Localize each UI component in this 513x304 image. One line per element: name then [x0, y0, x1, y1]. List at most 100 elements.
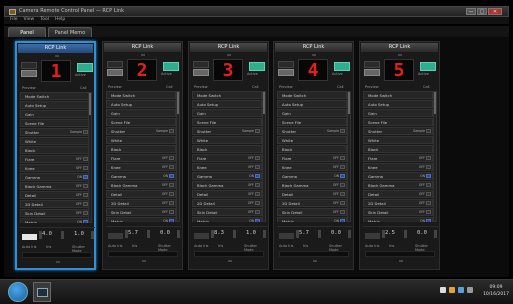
param-item[interactable]: Black: [106, 145, 176, 153]
param-item[interactable]: Black Gamma OFF: [20, 182, 90, 190]
preview-button[interactable]: [278, 69, 294, 76]
param-toggle[interactable]: [255, 183, 260, 187]
param-toggle[interactable]: [426, 201, 431, 205]
preview-button[interactable]: [107, 69, 123, 76]
param-item[interactable]: Knee OFF: [192, 163, 262, 171]
param-item[interactable]: Detail OFF: [20, 191, 90, 199]
param-item[interactable]: Detail OFF: [363, 190, 433, 198]
param-toggle[interactable]: [340, 129, 345, 133]
param-item[interactable]: Gain: [363, 109, 433, 117]
param-item[interactable]: Gain: [192, 109, 262, 117]
camera-panel-1[interactable]: RCP Link 1 Active Preview Call Mode Switch Aut…: [15, 41, 96, 270]
param-toggle[interactable]: [169, 192, 174, 196]
camera-panel-4[interactable]: RCP Link 4 Active Preview Call Mode Switch Aut…: [273, 41, 354, 270]
preview-button[interactable]: [364, 69, 380, 76]
param-item[interactable]: Shutter Sample: [106, 127, 176, 135]
param-item[interactable]: Mode Switch: [363, 91, 433, 99]
param-item[interactable]: Flare OFF: [192, 154, 262, 162]
param-item[interactable]: Auto Setup: [20, 101, 90, 109]
param-toggle[interactable]: [169, 183, 174, 187]
tab-panel-memo[interactable]: Panel Memo: [48, 27, 92, 37]
preview-button[interactable]: [193, 69, 209, 76]
rcp-link-header[interactable]: RCP Link: [190, 43, 267, 52]
param-toggle[interactable]: [426, 183, 431, 187]
tab-panel[interactable]: Panel: [8, 27, 46, 37]
tray-icon-1[interactable]: [440, 287, 446, 293]
param-toggle[interactable]: [426, 219, 431, 222]
param-toggle[interactable]: [255, 156, 260, 160]
param-item[interactable]: Gamma ON: [363, 172, 433, 180]
param-item[interactable]: Shutter Sample: [277, 127, 347, 135]
iris-spin-right[interactable]: [233, 230, 236, 238]
param-item[interactable]: 2D Detail OFF: [192, 199, 262, 207]
menu-view[interactable]: View: [24, 17, 35, 24]
param-item[interactable]: White: [192, 136, 262, 144]
param-toggle[interactable]: [169, 201, 174, 205]
param-item[interactable]: Knee OFF: [106, 163, 176, 171]
param-item[interactable]: Black: [192, 145, 262, 153]
param-item[interactable]: 2D Detail OFF: [20, 200, 90, 208]
param-item[interactable]: Flare OFF: [20, 155, 90, 163]
param-item[interactable]: Shutter Sample: [363, 127, 433, 135]
param-item[interactable]: Mode Switch: [106, 91, 176, 99]
panel-button-top[interactable]: [107, 61, 123, 68]
tray-icon-2[interactable]: [449, 287, 455, 293]
scrollbar[interactable]: [347, 91, 351, 222]
minimize-button[interactable]: —: [466, 8, 476, 15]
menu-file[interactable]: File: [10, 17, 18, 24]
auto-iris-button[interactable]: [22, 234, 37, 240]
param-item[interactable]: Shutter Sample: [20, 128, 90, 136]
panel-button-top[interactable]: [21, 62, 37, 69]
param-item[interactable]: Auto Setup: [277, 100, 347, 108]
param-item[interactable]: Auto Setup: [192, 100, 262, 108]
param-toggle[interactable]: [255, 210, 260, 214]
param-item[interactable]: Gain: [106, 109, 176, 117]
rcp-link-header[interactable]: RCP Link: [275, 43, 352, 52]
param-item[interactable]: Shutter Sample: [192, 127, 262, 135]
param-item[interactable]: Black Gamma OFF: [277, 181, 347, 189]
iris-fine-spin[interactable]: [263, 230, 266, 238]
menu-help[interactable]: Help: [55, 17, 65, 24]
param-item[interactable]: Detail OFF: [106, 190, 176, 198]
param-toggle[interactable]: [169, 219, 174, 222]
param-toggle[interactable]: [255, 201, 260, 205]
preview-button[interactable]: [21, 70, 37, 77]
param-item[interactable]: Scene File: [192, 118, 262, 126]
param-toggle[interactable]: [255, 219, 260, 222]
param-item[interactable]: Scene File: [20, 119, 90, 127]
param-item[interactable]: Matrix ON: [192, 217, 262, 222]
scrollbar[interactable]: [176, 91, 180, 222]
param-item[interactable]: Auto Setup: [106, 100, 176, 108]
param-item[interactable]: Skin Detail OFF: [106, 208, 176, 216]
param-item[interactable]: Mode Switch: [192, 91, 262, 99]
param-item[interactable]: Black: [20, 146, 90, 154]
param-toggle[interactable]: [169, 129, 174, 133]
param-toggle[interactable]: [340, 201, 345, 205]
param-item[interactable]: Gain: [277, 109, 347, 117]
param-toggle[interactable]: [340, 192, 345, 196]
scrollbar-thumb[interactable]: [177, 92, 179, 114]
param-toggle[interactable]: [426, 210, 431, 214]
param-item[interactable]: 2D Detail OFF: [363, 199, 433, 207]
param-item[interactable]: Black: [363, 145, 433, 153]
auto-iris-button[interactable]: [194, 233, 209, 239]
active-button[interactable]: [420, 62, 436, 71]
param-toggle[interactable]: [426, 156, 431, 160]
param-item[interactable]: Scene File: [363, 118, 433, 126]
param-item[interactable]: Black Gamma OFF: [106, 181, 176, 189]
param-toggle[interactable]: [340, 156, 345, 160]
param-item[interactable]: Scene File: [106, 118, 176, 126]
param-item[interactable]: Mode Switch: [277, 91, 347, 99]
param-item[interactable]: 2D Detail OFF: [277, 199, 347, 207]
param-toggle[interactable]: [340, 219, 345, 222]
auto-iris-button[interactable]: [365, 233, 380, 239]
param-item[interactable]: Scene File: [277, 118, 347, 126]
param-item[interactable]: White: [277, 136, 347, 144]
panel-button-top[interactable]: [278, 61, 294, 68]
param-item[interactable]: Gamma ON: [106, 172, 176, 180]
param-toggle[interactable]: [340, 210, 345, 214]
param-item[interactable]: Mode Switch: [20, 92, 90, 100]
param-item[interactable]: Matrix ON: [277, 217, 347, 222]
volume-icon[interactable]: [467, 287, 473, 293]
param-item[interactable]: Flare OFF: [363, 154, 433, 162]
